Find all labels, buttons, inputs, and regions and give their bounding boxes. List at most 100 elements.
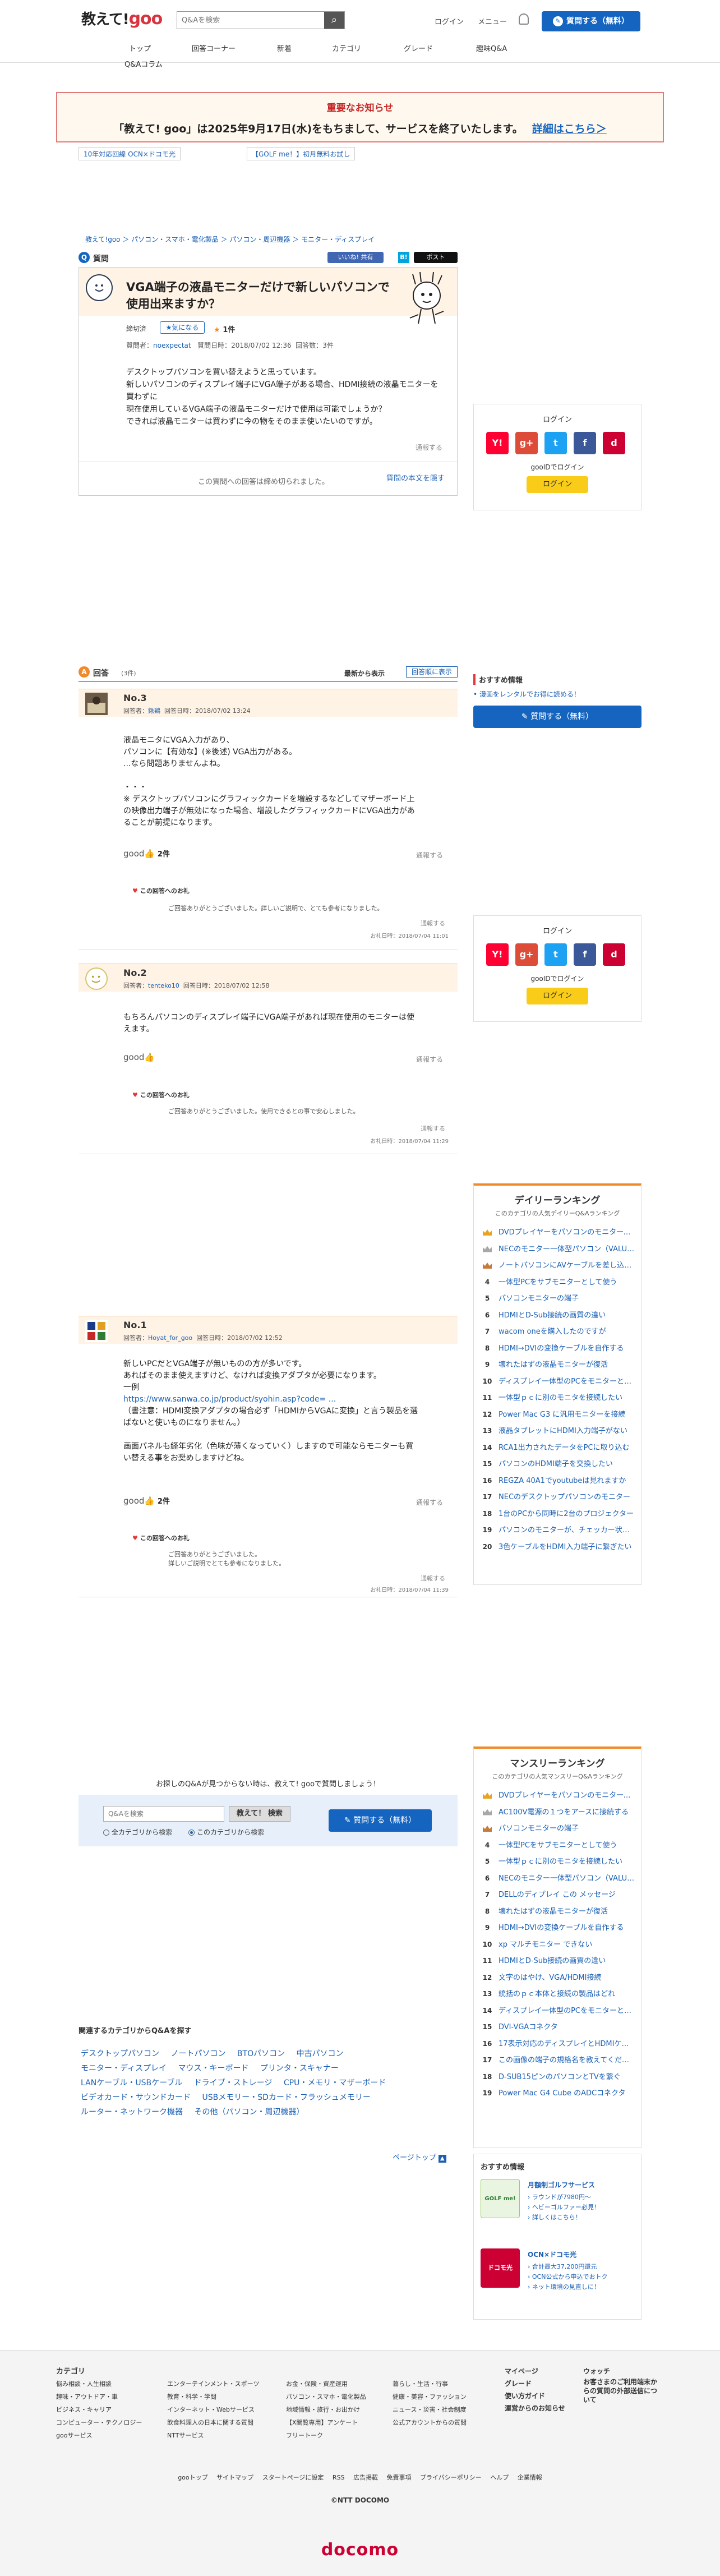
ranking-item[interactable]: 14 RCA1出力されたデータをPCに取り込む [474, 1440, 641, 1457]
avatar[interactable] [85, 693, 108, 715]
footer-link[interactable]: 暮らし・生活・行事 [393, 2377, 467, 2390]
footer-link[interactable]: 公式アカウントからの質問 [393, 2416, 467, 2429]
footer-link[interactable]: ウォッチ [583, 2365, 662, 2377]
ranking-item[interactable]: 10 ディスプレイ一体型のPCをモニターとして使う [474, 1374, 641, 1390]
google-icon[interactable]: g+ [515, 432, 538, 454]
ranking-item[interactable]: ノートパソコンにAVケーブルを差し込んで [474, 1257, 641, 1274]
footer-link[interactable]: gooサービス [56, 2429, 142, 2442]
hatena-bookmark-button[interactable]: B! [398, 252, 409, 263]
ask-question-button[interactable]: ✎ 質問する（無料） [542, 11, 640, 31]
footer-link[interactable]: コンピューター・テクノロジー [56, 2416, 142, 2429]
footer-link[interactable]: お金・保険・資産運用 [286, 2377, 366, 2390]
sort-by-answer[interactable]: 回答順に表示 [406, 666, 458, 678]
breadcrumb-item[interactable]: パソコン・周辺機器 [229, 236, 290, 243]
site-logo[interactable]: 教えて!goo [81, 8, 163, 29]
sidebar-ask-button[interactable]: ✎ 質問する（無料） [473, 706, 641, 728]
questioner-link[interactable]: noexpectat [153, 342, 191, 349]
report-link[interactable]: 通報する [416, 1054, 443, 1064]
sanwa-product-link[interactable]: https://www.sanwa.co.jp/product/syohin.a… [123, 1394, 449, 1405]
footer-link[interactable]: 趣味・アウトドア・車 [56, 2390, 142, 2403]
footer-link[interactable]: 地域情報・旅行・お出かけ [286, 2403, 366, 2416]
nav-category[interactable]: カテゴリ [332, 43, 361, 53]
login-link[interactable]: ログイン [435, 16, 464, 26]
nav-top[interactable]: トップ [129, 43, 151, 53]
ranking-item[interactable]: 18 1台のPCから同時に2台のプロジェクター [474, 1506, 641, 1523]
ranking-item[interactable]: 14 ディスプレイ一体型のPCをモニターとして使う [474, 2003, 641, 2020]
related-link[interactable]: 中古パソコン [297, 2049, 344, 2058]
footer-link[interactable]: 免責事項 [387, 2474, 412, 2481]
osusume-item-golf[interactable]: GOLF me! 月額制ゴルフサービス › ラウンドが7980円〜 › ヘビーゴ… [481, 2179, 635, 2235]
menu-link[interactable]: メニュー [478, 16, 507, 26]
page-top-link[interactable]: ページトップ ▲ [393, 2151, 446, 2163]
ranking-item[interactable]: AC100V電源の１つをアースに接続する [474, 1804, 641, 1821]
search-input[interactable] [177, 12, 324, 29]
ranking-item[interactable]: 13 統括のｐｃ本体と接続の製品はどれ [474, 1986, 641, 2003]
ranking-item[interactable]: 9 壊れたはずの液晶モニターが復活 [474, 1357, 641, 1374]
nav-new[interactable]: 新着 [277, 43, 292, 53]
related-link[interactable]: プリンタ・スキャナー [260, 2064, 339, 2073]
bottom-ask-button[interactable]: ✎ 質問する（無料） [329, 1809, 432, 1832]
report-link[interactable]: 通報する [421, 1574, 445, 1583]
ranking-item[interactable]: DVDプレイヤーをパソコンのモニターで見る方法 [474, 1224, 641, 1241]
twitter-icon[interactable]: t [544, 432, 567, 454]
footer-link[interactable]: 【X閲覧専用】アンケート [286, 2416, 366, 2429]
footer-link[interactable]: 広告掲載 [353, 2474, 378, 2481]
nav-grade[interactable]: グレード [404, 43, 433, 53]
good-button[interactable]: good👍 2件 [123, 1495, 170, 1506]
hide-body-link[interactable]: 質問の本文を隠す [386, 472, 445, 483]
ranking-item[interactable]: 19 パソコンのモニターが、チェッカー状になる [474, 1522, 641, 1539]
footer-link[interactable]: ヘルプ [490, 2474, 509, 2481]
sort-newest[interactable]: 最新から表示 [344, 669, 385, 678]
radio-all-categories[interactable]: 全カテゴリから検索 [103, 1827, 172, 1837]
notification-bell-icon[interactable] [519, 13, 529, 25]
ranking-item[interactable]: 16 17表示対応のディスプレイとHDMIケーブル [474, 2036, 641, 2053]
footer-link[interactable]: NTTサービス [167, 2429, 259, 2442]
related-link[interactable]: マウス・キーボード [178, 2064, 248, 2073]
avatar[interactable] [86, 274, 113, 301]
good-button[interactable]: good👍 2件 [123, 848, 170, 859]
ranking-item[interactable]: 16 REGZA 40A1でyoutubeは見れますか [474, 1473, 641, 1490]
report-link[interactable]: 通報する [421, 1124, 445, 1133]
facebook-icon[interactable]: f [574, 432, 596, 454]
ranking-item[interactable]: 7 DELLのディプレイ この メッセージ [474, 1887, 641, 1904]
ranking-item[interactable]: 5 パソコンモニターの端子 [474, 1291, 641, 1307]
ranking-item[interactable]: 4 一体型PCをサブモニターとして使う [474, 1837, 641, 1854]
ranking-item[interactable]: 15 DVI-VGAコネクタ [474, 2019, 641, 2036]
report-link[interactable]: 通報する [416, 1497, 443, 1507]
ranking-item[interactable]: 10 xp マルチモニター できない [474, 1937, 641, 1953]
ranking-item[interactable]: DVDプレイヤーをパソコンのモニターで見る方法 [474, 1787, 641, 1804]
ranking-item[interactable]: 20 3色ケーブルをHDMI入力端子に繋ぎたい [474, 1539, 641, 1556]
related-link[interactable]: LANケーブル・USBケーブル [81, 2079, 182, 2087]
osusume-item-ocn[interactable]: ドコモ光 OCN×ドコモ光 › 合計最大37,200円還元 › OCN公式から申… [481, 2248, 635, 2305]
login-button[interactable]: ログイン [527, 476, 588, 493]
report-link[interactable]: 通報する [416, 850, 443, 860]
nav-hobby[interactable]: 趣味Q&A [476, 43, 507, 53]
footer-link[interactable]: 企業情報 [518, 2474, 542, 2481]
ranking-item[interactable]: 8 壊れたはずの液晶モニターが復活 [474, 1904, 641, 1920]
avatar[interactable] [85, 1320, 108, 1342]
notice-detail-link[interactable]: 詳細はこちら＞ [532, 123, 607, 135]
related-link[interactable]: ビデオカード・サウンドカード [81, 2093, 191, 2102]
ranking-item[interactable]: 13 液晶タブレットにHDMI入力端子がない [474, 1423, 641, 1440]
footer-link[interactable]: ビジネス・キャリア [56, 2403, 142, 2416]
ranking-item[interactable]: 9 HDMI→DVIの変換ケーブルを自作する [474, 1920, 641, 1937]
ranking-item[interactable]: 17 NECのデスクトップパソコンのモニター [474, 1489, 641, 1506]
nav-column[interactable]: Q&Aコラム [124, 58, 163, 69]
footer-link[interactable]: 使い方ガイド [505, 2390, 565, 2402]
ranking-item[interactable]: 6 HDMIとD-Sub接続の画質の違い [474, 1307, 641, 1324]
footer-link[interactable]: 健康・美容・ファッション [393, 2390, 467, 2403]
related-link[interactable]: ルーター・ネットワーク機器 [81, 2108, 183, 2117]
rec-manga-link[interactable]: • 漫画をレンタルでお得に読める！ [473, 689, 641, 699]
breadcrumb-item[interactable]: パソコン・スマホ・電化製品 [131, 236, 219, 243]
footer-link[interactable]: エンターテインメント・スポーツ [167, 2377, 259, 2390]
google-icon[interactable]: g+ [515, 943, 538, 966]
facebook-icon[interactable]: f [574, 943, 596, 966]
related-link[interactable]: CPU・メモリ・マザーボード [284, 2079, 386, 2087]
footer-link[interactable]: グレード [505, 2377, 565, 2390]
answerer-link[interactable]: Hoyat_for_goo [148, 1334, 192, 1342]
related-link[interactable]: ドライブ・ストレージ [194, 2079, 273, 2087]
ranking-item[interactable]: 12 文字のはやけ、VGA/HDMI接続 [474, 1970, 641, 1987]
x-post-button[interactable]: ポスト [414, 252, 458, 263]
footer-link[interactable]: gooトップ [178, 2474, 207, 2481]
footer-link[interactable]: 教育・科学・学問 [167, 2390, 259, 2403]
